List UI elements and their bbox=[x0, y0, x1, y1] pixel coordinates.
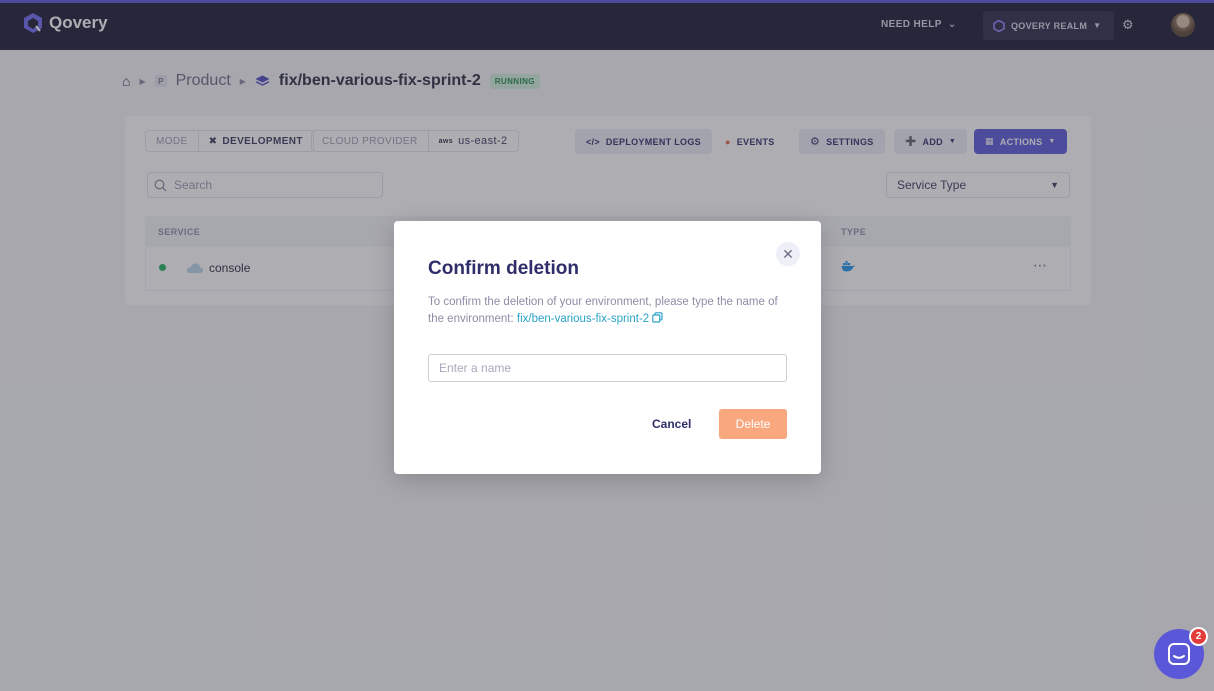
environment-name-input[interactable] bbox=[428, 354, 787, 382]
notification-count-badge: 2 bbox=[1189, 627, 1208, 646]
delete-button[interactable]: Delete bbox=[719, 409, 787, 439]
modal-description: To confirm the deletion of your environm… bbox=[428, 294, 778, 328]
environment-name: fix/ben-various-fix-sprint-2 bbox=[516, 313, 650, 325]
modal-title: Confirm deletion bbox=[428, 258, 579, 279]
environment-name-copy[interactable]: fix/ben-various-fix-sprint-2 bbox=[516, 312, 664, 325]
close-icon[interactable]: ✕ bbox=[776, 242, 800, 266]
chat-icon bbox=[1168, 643, 1190, 665]
copy-icon bbox=[652, 312, 663, 323]
confirm-deletion-modal: ✕ Confirm deletion To confirm the deleti… bbox=[394, 221, 821, 474]
cancel-button[interactable]: Cancel bbox=[652, 417, 691, 431]
